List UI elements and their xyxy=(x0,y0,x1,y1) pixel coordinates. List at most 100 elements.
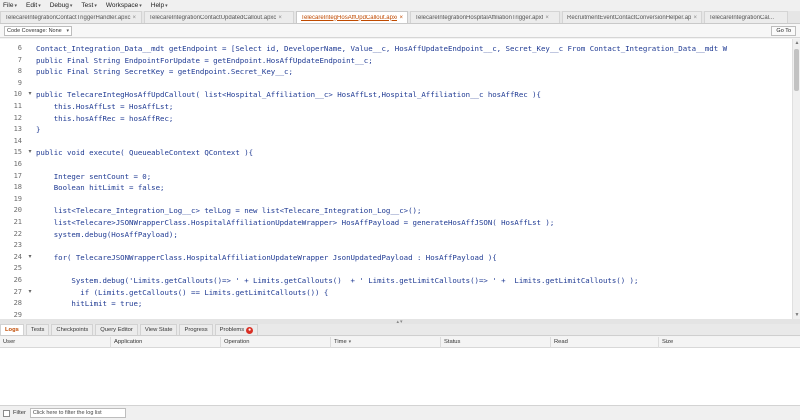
log-filter-input[interactable]: Click here to filter the log list xyxy=(29,408,126,418)
column-read[interactable]: Read xyxy=(550,337,658,348)
scrollbar-thumb[interactable] xyxy=(794,49,799,91)
code-line[interactable]: 27 ▾ if (Limits.getCallouts() == Limits.g… xyxy=(0,287,792,299)
code-editor[interactable]: 6 Contact_Integration_Data__mdt getEndpoi… xyxy=(0,39,800,319)
chevron-down-icon: ▾ xyxy=(94,3,97,9)
code-line[interactable]: 11 this.HosAffLst = HosAffLst; xyxy=(0,101,792,113)
column-time[interactable]: Time ▾ xyxy=(330,337,440,348)
chevron-down-icon: ▾ xyxy=(165,3,168,9)
code-text: } xyxy=(36,125,41,135)
code-line[interactable]: 28 hitLimit = true; xyxy=(0,298,792,310)
log-table-header: User Application Operation Time ▾ Status … xyxy=(0,337,800,348)
code-line[interactable]: 10 ▾ public TelecareIntegHosAffUpdCallout(… xyxy=(0,89,792,101)
filter-checkbox[interactable] xyxy=(3,409,10,417)
menu-test[interactable]: Test▾ xyxy=(81,2,96,9)
tab-hosaff-upd-callout[interactable]: TelecareIntegHosAffUpdCallout.apxc × xyxy=(296,11,408,23)
close-icon[interactable]: × xyxy=(133,15,137,21)
menu-workspace[interactable]: Workspace▾ xyxy=(106,2,142,9)
line-number: 14 xyxy=(13,136,22,145)
close-icon[interactable]: × xyxy=(545,15,549,21)
go-to-button[interactable]: Go To xyxy=(771,26,796,36)
code-text: public Final String SecretKey = getEndpo… xyxy=(36,67,293,77)
tab-problems[interactable]: Problems ● xyxy=(214,324,259,335)
tab-query-editor[interactable]: Query Editor xyxy=(95,324,138,335)
close-icon[interactable]: × xyxy=(399,15,403,21)
line-number: 28 xyxy=(13,299,22,308)
column-operation[interactable]: Operation xyxy=(220,337,330,348)
column-user[interactable]: User xyxy=(0,337,110,348)
code-text: system.debug(HosAffPayload); xyxy=(36,229,178,239)
code-coverage-select[interactable]: Code Coverage: None ▾ xyxy=(4,25,72,36)
chevron-down-icon: ▾ xyxy=(14,3,17,9)
code-line[interactable]: 24 ▾ for( TelecareJSONWrapperClass.Hospit… xyxy=(0,252,792,264)
chevron-down-icon: ▾ xyxy=(66,27,69,34)
code-line[interactable]: 9 xyxy=(0,78,792,90)
tab-checkpoints[interactable]: Checkpoints xyxy=(51,324,94,335)
code-line[interactable]: 19 xyxy=(0,194,792,206)
fold-toggle-icon[interactable]: ▾ xyxy=(27,287,33,299)
close-icon[interactable]: × xyxy=(278,15,282,21)
code-line[interactable]: 20 list<Telecare_Integration_Log__c> tel… xyxy=(0,205,792,217)
line-number: 9 xyxy=(17,78,22,87)
tab-contact-trigger-handler[interactable]: TelecareIntegrationContactTriggerHandler… xyxy=(0,11,142,23)
column-status[interactable]: Status xyxy=(440,337,550,348)
code-line[interactable]: 17 Integer sentCount = 0; xyxy=(0,171,792,183)
code-line[interactable]: 12 this.hosAffRec = hosAffRec; xyxy=(0,113,792,125)
code-line[interactable]: 16 xyxy=(0,159,792,171)
code-line[interactable]: 25 xyxy=(0,263,792,275)
tab-recruitment-event-helper[interactable]: RecruitmentEventContactConversionHelper.… xyxy=(562,11,702,23)
code-line[interactable]: 23 xyxy=(0,240,792,252)
close-icon[interactable]: × xyxy=(693,15,697,21)
line-number: 11 xyxy=(13,102,22,110)
tab-telecare-integration-cal[interactable]: TelecareIntegrationCal... xyxy=(704,11,788,23)
fold-toggle-icon[interactable]: ▾ xyxy=(27,89,33,101)
log-table-body[interactable] xyxy=(0,348,800,405)
code-line[interactable]: 15 ▾ public void execute( QueueableContext… xyxy=(0,147,792,159)
menu-file[interactable]: File▾ xyxy=(3,2,17,9)
code-line[interactable]: 7 public Final String EndpointForUpdate =… xyxy=(0,55,792,67)
line-number: 22 xyxy=(13,229,22,238)
code-line[interactable]: 14 xyxy=(0,136,792,148)
tab-logs[interactable]: Logs xyxy=(0,324,24,335)
tab-hospital-affiliation-trigger[interactable]: TelecareIntegrationHospitalAffiliationTr… xyxy=(410,11,560,23)
code-line[interactable]: 26 System.debug('Limits.getCallouts()=> … xyxy=(0,275,792,287)
scroll-up-arrow-icon[interactable]: ▲ xyxy=(793,39,800,47)
line-number: 16 xyxy=(13,160,22,168)
fold-toggle-icon[interactable]: ▾ xyxy=(27,147,33,159)
tab-progress[interactable]: Progress xyxy=(179,324,213,335)
log-filter-bar: Filter Click here to filter the log list xyxy=(0,405,800,420)
code-text: hitLimit = true; xyxy=(36,299,143,309)
line-number: 23 xyxy=(13,241,22,250)
line-number: 25 xyxy=(13,264,22,273)
error-icon: ● xyxy=(246,326,254,334)
column-size[interactable]: Size xyxy=(658,337,800,348)
code-text: this.hosAffRec = hosAffRec; xyxy=(36,113,174,123)
code-text: public TelecareIntegHosAffUpdCallout( li… xyxy=(36,90,541,100)
code-text: if (Limits.getCallouts() == Limits.getLi… xyxy=(36,287,329,297)
fold-toggle-icon[interactable]: ▾ xyxy=(27,252,33,264)
line-number: 19 xyxy=(13,194,22,203)
code-line[interactable]: 6 Contact_Integration_Data__mdt getEndpoi… xyxy=(0,43,792,55)
editor-vertical-scrollbar[interactable]: ▲ ▼ xyxy=(792,39,800,319)
code-line[interactable]: 18 Boolean hitLimit = false; xyxy=(0,182,792,194)
menu-help[interactable]: Help▾ xyxy=(151,2,168,9)
code-text: System.debug('Limits.getCallouts()=> ' +… xyxy=(36,276,639,285)
file-tab-bar: TelecareIntegrationContactTriggerHandler… xyxy=(0,11,800,24)
tab-tests[interactable]: Tests xyxy=(25,324,50,335)
code-line[interactable]: 8 public Final String SecretKey = getEndp… xyxy=(0,66,792,78)
code-line[interactable]: 13} xyxy=(0,124,792,136)
code-text: this.HosAffLst = HosAffLst; xyxy=(36,102,174,111)
code-line[interactable]: 22 system.debug(HosAffPayload); xyxy=(0,229,792,241)
code-text: Boolean hitLimit = false; xyxy=(36,183,165,193)
menu-edit[interactable]: Edit▾ xyxy=(26,2,41,9)
line-number: 12 xyxy=(13,113,22,122)
tab-view-state[interactable]: View State xyxy=(139,324,178,335)
chevron-down-icon: ▾ xyxy=(38,3,41,9)
tab-contact-updated-callout[interactable]: TelecareIntegrationContactUpdatedCallout… xyxy=(144,11,294,23)
line-number: 15 xyxy=(13,148,22,157)
scroll-down-arrow-icon[interactable]: ▼ xyxy=(793,311,800,319)
column-application[interactable]: Application xyxy=(110,337,220,348)
code-line[interactable]: 21 list<Telecare>JSONWrapperClass.Hospit… xyxy=(0,217,792,229)
code-text: list<Telecare>JSONWrapperClass.HospitalA… xyxy=(36,218,555,227)
code-text: Integer sentCount = 0; xyxy=(36,171,152,181)
menu-debug[interactable]: Debug▾ xyxy=(50,2,73,9)
